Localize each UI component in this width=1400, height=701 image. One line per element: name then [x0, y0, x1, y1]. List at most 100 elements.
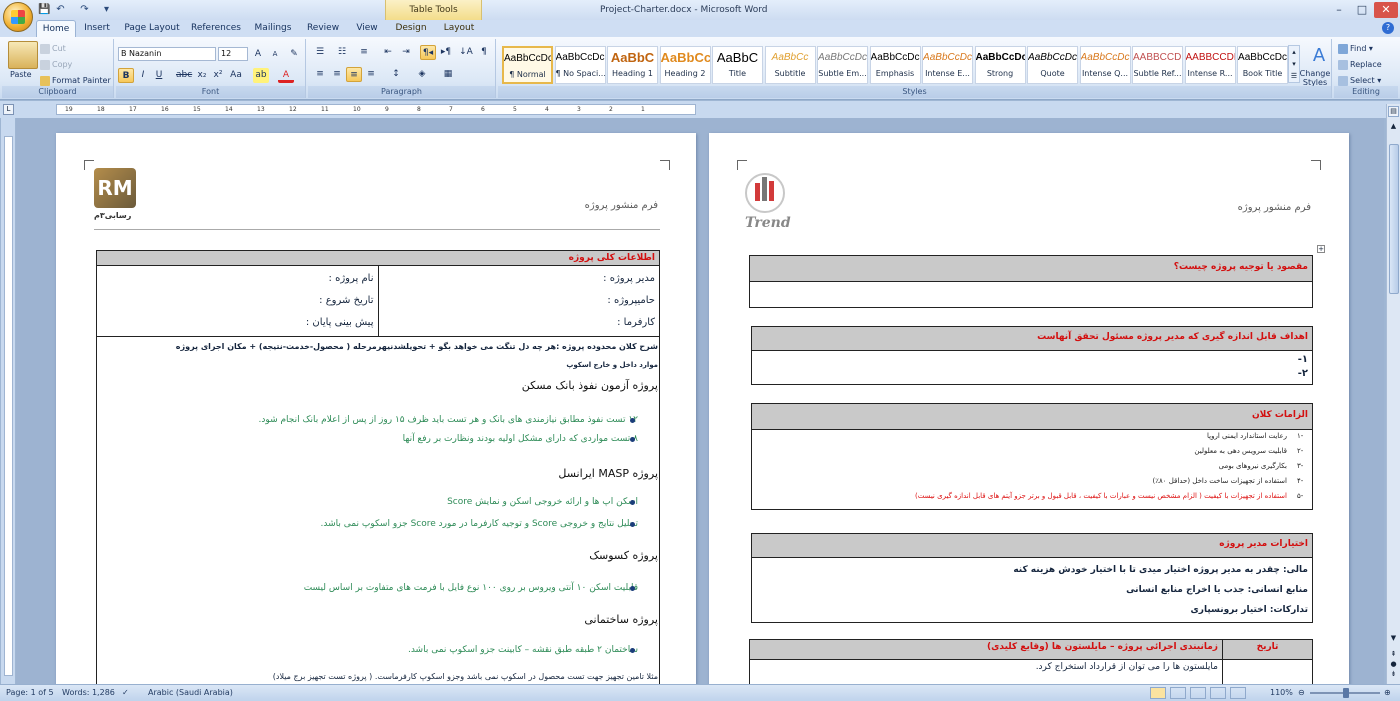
- tab-layout[interactable]: Layout: [438, 20, 480, 37]
- style-normal[interactable]: AaBbCcDc ¶ Normal: [502, 46, 553, 84]
- paste-button[interactable]: Paste: [10, 69, 32, 80]
- tab-view[interactable]: View: [350, 20, 384, 37]
- page-count[interactable]: Page: 1 of 5: [6, 685, 54, 701]
- style-emphasis[interactable]: AaBbCcDc Emphasis: [869, 46, 921, 84]
- word-count[interactable]: Words: 1,286: [62, 685, 115, 701]
- tab-references[interactable]: References: [189, 20, 243, 37]
- vertical-scrollbar[interactable]: ▤ ▲ ▼ ⇞ ● ⇟: [1386, 104, 1400, 684]
- full-screen-view-icon[interactable]: [1170, 687, 1186, 699]
- find-button[interactable]: Find ▾: [1338, 43, 1373, 54]
- style-intense-q[interactable]: AaBbCcDc Intense Q...: [1079, 46, 1131, 84]
- style-subtle-ref[interactable]: AABBCCDE Subtle Ref...: [1132, 46, 1183, 84]
- justify-icon[interactable]: ≡: [363, 67, 379, 82]
- style-heading[interactable]: AaBbC Heading 1: [607, 46, 658, 84]
- redo-icon[interactable]: ↷: [78, 3, 91, 16]
- tab-insert[interactable]: Insert: [80, 20, 114, 37]
- style-intense-e[interactable]: AaBbCcDc Intense E...: [922, 46, 973, 84]
- language-indicator[interactable]: Arabic (Saudi Arabia): [148, 685, 233, 701]
- style-quote[interactable]: AaBbCcDc Quote: [1027, 46, 1078, 84]
- copy-button[interactable]: Copy: [40, 59, 72, 70]
- table-title[interactable]: اطلاعات کلی پروژه: [96, 250, 660, 266]
- select-button[interactable]: Select ▾: [1338, 75, 1381, 86]
- web-layout-view-icon[interactable]: [1190, 687, 1206, 699]
- scroll-down-icon[interactable]: ▼: [1388, 634, 1399, 645]
- font-size-select[interactable]: 12: [218, 47, 248, 61]
- highlight-icon[interactable]: ab: [253, 68, 269, 83]
- style-intense-r[interactable]: AABBCCDE Intense R...: [1184, 46, 1236, 84]
- draft-view-icon[interactable]: [1230, 687, 1246, 699]
- align-center-icon[interactable]: ≡: [329, 67, 345, 82]
- cut-button[interactable]: Cut: [40, 43, 66, 54]
- style-heading[interactable]: AaBbCc Heading 2: [659, 46, 711, 84]
- milestones-date-cell[interactable]: [1222, 659, 1313, 684]
- zoom-out-icon[interactable]: ⊖: [1298, 685, 1305, 701]
- save-icon[interactable]: 💾: [38, 3, 51, 16]
- style-no-spaci[interactable]: AaBbCcDc ¶ No Spaci...: [554, 46, 606, 84]
- undo-icon[interactable]: ↶: [54, 3, 67, 16]
- italic-button[interactable]: I: [135, 68, 151, 83]
- paste-icon[interactable]: [8, 41, 38, 69]
- show-marks-icon[interactable]: ¶: [476, 45, 492, 60]
- table-move-handle[interactable]: +: [1317, 245, 1325, 253]
- scroll-thumb[interactable]: [1389, 144, 1399, 294]
- help-icon[interactable]: ?: [1382, 22, 1394, 34]
- zoom-slider-thumb[interactable]: [1343, 688, 1349, 698]
- subscript-button[interactable]: x₂: [194, 68, 210, 83]
- change-case-button[interactable]: Aa: [228, 68, 244, 83]
- outline-view-icon[interactable]: [1210, 687, 1226, 699]
- style-book-title[interactable]: AaBbCcDc Book Title: [1237, 46, 1288, 84]
- requirements-header[interactable]: الزامات کلان: [751, 403, 1313, 430]
- milestones-date-header[interactable]: تاریخ: [1222, 639, 1313, 660]
- milestones-header[interactable]: زمانبندی اجرائی پروژه – مایلستون ها (وقا…: [749, 639, 1223, 660]
- info-cell-left[interactable]: مدیر پروژه : حامیپروژه : کارفرما :: [377, 265, 660, 337]
- zoom-level[interactable]: 110%: [1270, 685, 1293, 701]
- borders-icon[interactable]: ▦: [440, 67, 456, 82]
- next-page-icon[interactable]: ⇟: [1388, 670, 1399, 679]
- authority-header[interactable]: اختیارات مدیر پروژه: [751, 533, 1313, 558]
- bold-button[interactable]: B: [118, 68, 134, 83]
- ltr-direction-icon[interactable]: ▸¶: [438, 45, 454, 60]
- grow-font-button[interactable]: A: [250, 47, 266, 62]
- office-button[interactable]: [3, 2, 33, 32]
- vertical-ruler-track[interactable]: [4, 136, 13, 676]
- numbering-icon[interactable]: ☷: [334, 45, 350, 60]
- minimize-button[interactable]: –: [1328, 2, 1350, 18]
- superscript-button[interactable]: x²: [210, 68, 226, 83]
- previous-page-icon[interactable]: ⇞: [1388, 650, 1399, 659]
- purpose-cell[interactable]: [749, 281, 1313, 308]
- change-styles-button[interactable]: Change Styles: [1298, 69, 1332, 87]
- print-layout-view-icon[interactable]: [1150, 687, 1166, 699]
- bullets-icon[interactable]: ☰: [312, 45, 328, 60]
- tab-selector[interactable]: L: [3, 104, 14, 115]
- clear-format-button[interactable]: ✎: [286, 47, 302, 62]
- change-styles-icon[interactable]: A: [1308, 45, 1330, 67]
- maximize-button[interactable]: □: [1351, 2, 1373, 18]
- zoom-in-icon[interactable]: ⊕: [1384, 685, 1391, 701]
- tab-home[interactable]: Home: [36, 20, 76, 38]
- shading-icon[interactable]: ◈: [414, 67, 430, 82]
- browse-object-icon[interactable]: ●: [1388, 660, 1399, 669]
- milestones-cell[interactable]: مایلستون ها را می توان از قرارداد استخرا…: [749, 659, 1223, 684]
- proofing-icon[interactable]: ✓: [122, 685, 129, 701]
- objectives-cell[interactable]: ۱- ۲-: [751, 350, 1313, 385]
- align-left-icon[interactable]: ≡: [312, 67, 328, 82]
- customize-qat-icon[interactable]: ▾: [100, 3, 113, 16]
- objectives-header[interactable]: اهداف قابل اندازه گیری که مدیر پروژه مسئ…: [751, 326, 1313, 351]
- strikethrough-button[interactable]: abc: [176, 68, 192, 83]
- font-name-select[interactable]: B Nazanin: [118, 47, 216, 61]
- info-cell-right[interactable]: نام پروژه : تاریخ شروع : پیش بینی پایان …: [96, 265, 379, 337]
- tab-page-layout[interactable]: Page Layout: [122, 20, 182, 37]
- replace-button[interactable]: Replace: [1338, 59, 1382, 70]
- increase-indent-icon[interactable]: ⇥: [398, 45, 414, 60]
- style-subtle-em[interactable]: AaBbCcDc Subtle Em...: [817, 46, 868, 84]
- underline-button[interactable]: U: [151, 68, 167, 83]
- tab-design[interactable]: Design: [390, 20, 432, 37]
- decrease-indent-icon[interactable]: ⇤: [380, 45, 396, 60]
- style-title[interactable]: AaBbC Title: [712, 46, 763, 84]
- style-strong[interactable]: AaBbCcDc Strong: [974, 46, 1026, 84]
- format-painter-button[interactable]: Format Painter: [40, 75, 111, 86]
- line-spacing-icon[interactable]: ↕: [388, 67, 404, 82]
- close-button[interactable]: ✕: [1374, 2, 1398, 18]
- multilevel-list-icon[interactable]: ≡: [356, 45, 372, 60]
- horizontal-ruler[interactable]: 19 18 17 16 15 14 13 12 11 10 9 8 7 6 5 4 3 2 1: [56, 104, 696, 115]
